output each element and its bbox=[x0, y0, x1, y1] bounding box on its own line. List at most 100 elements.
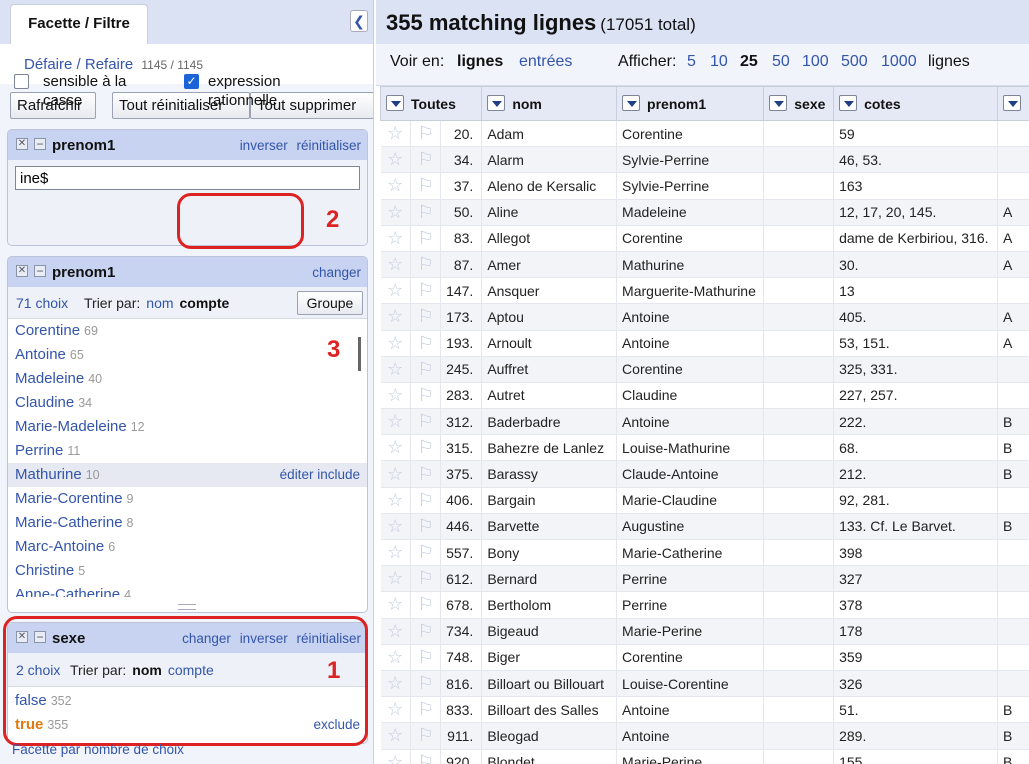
flag-icon[interactable]: ⚐ bbox=[410, 172, 442, 200]
choice-name[interactable]: Claudine bbox=[15, 394, 74, 411]
star-icon[interactable]: ☆ bbox=[380, 356, 411, 383]
page-size-1000[interactable]: 1000 bbox=[881, 53, 917, 71]
edit-link[interactable]: éditer bbox=[280, 467, 314, 482]
chevron-down-icon[interactable] bbox=[386, 95, 404, 111]
chevron-down-icon[interactable] bbox=[769, 95, 788, 111]
choice-name[interactable]: Marie-Catherine bbox=[15, 514, 123, 531]
star-icon[interactable]: ☆ bbox=[380, 330, 411, 357]
list-item[interactable]: Christine 5 bbox=[8, 559, 367, 583]
choice-name[interactable]: Marc-Antoine bbox=[15, 538, 104, 555]
list-item[interactable]: Marie-Catherine 8 bbox=[8, 511, 367, 535]
flag-icon[interactable]: ⚐ bbox=[410, 303, 442, 331]
chevron-down-icon[interactable] bbox=[487, 95, 506, 111]
star-icon[interactable]: ☆ bbox=[380, 199, 411, 226]
minimize-icon[interactable]: − bbox=[34, 138, 46, 150]
star-icon[interactable]: ☆ bbox=[380, 382, 411, 410]
list-item[interactable]: Marc-Antoine 6 bbox=[8, 535, 367, 559]
chevron-down-icon[interactable] bbox=[622, 95, 641, 111]
column-header-all[interactable]: Toutes bbox=[379, 86, 483, 121]
star-icon[interactable]: ☆ bbox=[380, 172, 411, 200]
star-icon[interactable]: ☆ bbox=[380, 644, 411, 671]
reset-link[interactable]: réinitialiser bbox=[296, 138, 361, 153]
page-size-50[interactable]: 50 bbox=[772, 53, 790, 71]
star-icon[interactable]: ☆ bbox=[380, 460, 411, 488]
list-item[interactable]: Marie-Madeleine 12 bbox=[8, 415, 367, 439]
collapse-panel-icon[interactable]: ❮ bbox=[350, 10, 368, 32]
close-icon[interactable]: ✕ bbox=[16, 265, 28, 277]
facet-by-choice-count-link[interactable]: Facette par nombre de choix bbox=[12, 742, 184, 757]
invert-link[interactable]: inverser bbox=[240, 138, 288, 153]
scrollbar-thumb[interactable] bbox=[358, 337, 361, 371]
star-icon[interactable]: ☆ bbox=[380, 303, 411, 331]
column-header-sexe[interactable]: sexe bbox=[763, 86, 835, 121]
page-size-100[interactable]: 100 bbox=[802, 53, 829, 71]
flag-icon[interactable]: ⚐ bbox=[410, 644, 442, 671]
star-icon[interactable]: ☆ bbox=[380, 251, 411, 279]
column-header-more[interactable] bbox=[996, 86, 1029, 121]
flag-icon[interactable]: ⚐ bbox=[410, 434, 442, 462]
resize-handle[interactable] bbox=[178, 604, 196, 610]
case-sensitive-checkbox[interactable] bbox=[14, 74, 29, 89]
undo-redo-link[interactable]: Défaire / Refaire bbox=[24, 56, 133, 73]
flag-icon[interactable]: ⚐ bbox=[410, 382, 442, 410]
choice-name[interactable]: Marie-Madeleine bbox=[15, 418, 127, 435]
list-item[interactable]: Perrine 11 bbox=[8, 439, 367, 463]
sort-by-name[interactable]: nom bbox=[146, 295, 173, 311]
chevron-down-icon[interactable] bbox=[1002, 95, 1021, 111]
flag-icon[interactable]: ⚐ bbox=[410, 513, 442, 541]
include-link[interactable]: include bbox=[317, 467, 360, 482]
column-header-prenom1[interactable]: prenom1 bbox=[616, 86, 765, 121]
star-icon[interactable]: ☆ bbox=[380, 120, 411, 148]
list-item[interactable]: Antoine 65 bbox=[8, 343, 367, 367]
star-icon[interactable]: ☆ bbox=[380, 513, 411, 541]
flag-icon[interactable]: ⚐ bbox=[410, 487, 442, 514]
flag-icon[interactable]: ⚐ bbox=[410, 749, 442, 764]
star-icon[interactable]: ☆ bbox=[380, 146, 411, 174]
list-item[interactable]: Anne-Catherine 4 bbox=[8, 583, 367, 597]
star-icon[interactable]: ☆ bbox=[380, 591, 411, 619]
list-item[interactable]: Mathurine 10 éditer include bbox=[8, 463, 367, 487]
list-item[interactable]: Corentine 69 bbox=[8, 319, 367, 343]
minimize-icon[interactable]: − bbox=[34, 265, 46, 277]
star-icon[interactable]: ☆ bbox=[380, 749, 411, 764]
flag-icon[interactable]: ⚐ bbox=[410, 251, 442, 279]
view-records-option[interactable]: entrées bbox=[519, 53, 572, 71]
star-icon[interactable]: ☆ bbox=[380, 225, 411, 252]
flag-icon[interactable]: ⚐ bbox=[410, 277, 442, 305]
star-icon[interactable]: ☆ bbox=[380, 670, 411, 698]
close-icon[interactable]: ✕ bbox=[16, 138, 28, 150]
choice-name[interactable]: Madeleine bbox=[15, 370, 84, 387]
sort-by-count[interactable]: compte bbox=[180, 295, 230, 311]
star-icon[interactable]: ☆ bbox=[380, 408, 411, 436]
page-size-5[interactable]: 5 bbox=[687, 53, 696, 71]
group-button[interactable]: Groupe bbox=[297, 291, 363, 315]
choice-name[interactable]: Mathurine bbox=[15, 466, 82, 483]
column-header-cotes[interactable]: cotes bbox=[833, 86, 998, 121]
star-icon[interactable]: ☆ bbox=[380, 722, 411, 750]
filter-input[interactable] bbox=[15, 166, 360, 190]
star-icon[interactable]: ☆ bbox=[380, 487, 411, 514]
page-size-500[interactable]: 500 bbox=[841, 53, 868, 71]
page-size-25[interactable]: 25 bbox=[740, 53, 758, 71]
flag-icon[interactable]: ⚐ bbox=[410, 722, 442, 750]
flag-icon[interactable]: ⚐ bbox=[410, 330, 442, 357]
change-link[interactable]: changer bbox=[312, 265, 361, 280]
flag-icon[interactable]: ⚐ bbox=[410, 356, 442, 383]
flag-icon[interactable]: ⚐ bbox=[410, 408, 442, 436]
choice-name[interactable]: Perrine bbox=[15, 442, 63, 459]
flag-icon[interactable]: ⚐ bbox=[410, 225, 442, 252]
list-item[interactable]: Marie-Corentine 9 bbox=[8, 487, 367, 511]
flag-icon[interactable]: ⚐ bbox=[410, 670, 442, 698]
star-icon[interactable]: ☆ bbox=[380, 277, 411, 305]
star-icon[interactable]: ☆ bbox=[380, 618, 411, 645]
choice-name[interactable]: Corentine bbox=[15, 322, 80, 339]
choice-name[interactable]: Anne-Catherine bbox=[15, 586, 120, 597]
regex-checkbox[interactable]: ✓ bbox=[184, 74, 199, 89]
flag-icon[interactable]: ⚐ bbox=[410, 120, 442, 148]
star-icon[interactable]: ☆ bbox=[380, 434, 411, 462]
flag-icon[interactable]: ⚐ bbox=[410, 618, 442, 645]
star-icon[interactable]: ☆ bbox=[380, 696, 411, 724]
column-header-nom[interactable]: nom bbox=[481, 86, 618, 121]
flag-icon[interactable]: ⚐ bbox=[410, 539, 442, 567]
flag-icon[interactable]: ⚐ bbox=[410, 591, 442, 619]
